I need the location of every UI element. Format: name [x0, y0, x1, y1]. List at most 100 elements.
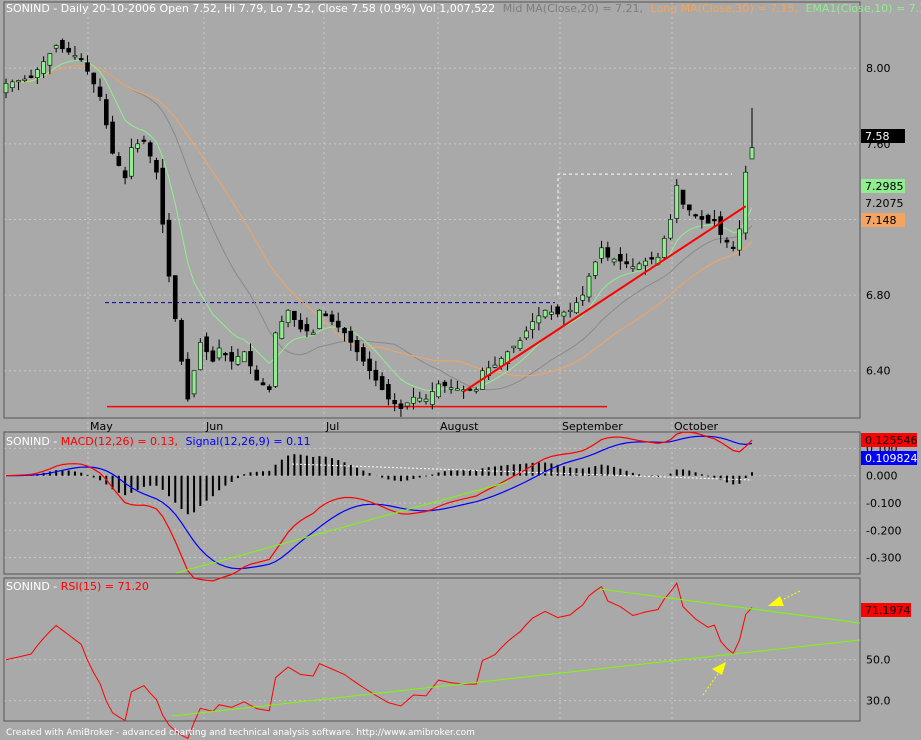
rsi-title: SONIND - RSI(15) = 71.20 — [6, 580, 149, 593]
price-tag-label: 7.2985 — [865, 180, 904, 193]
candle-body — [492, 364, 498, 368]
price-tick-label: 8.00 — [866, 62, 891, 75]
candle-body — [91, 72, 97, 85]
candle-body — [241, 351, 247, 363]
month-label: Jul — [325, 420, 339, 433]
candle-body — [392, 400, 397, 405]
candle-body — [147, 142, 153, 157]
month-label: September — [562, 420, 623, 433]
candle-body — [198, 342, 203, 371]
footer-credit: Created with AmiBroker - advanced charti… — [6, 728, 475, 738]
candle-body — [511, 345, 517, 349]
candle-body — [72, 55, 78, 58]
candle-body — [335, 320, 341, 328]
candle-body — [436, 383, 441, 398]
candle-body — [574, 302, 579, 314]
price-tick-label: 6.80 — [866, 289, 891, 302]
candle-body — [104, 99, 109, 126]
candle-body — [60, 40, 65, 50]
candle-body — [724, 239, 730, 243]
candle-body — [179, 320, 184, 362]
candle-body — [323, 313, 329, 317]
candle-body — [367, 358, 372, 372]
candle-body — [636, 263, 642, 270]
price-tag-label: 7.58 — [865, 130, 890, 143]
candle-body — [448, 387, 454, 390]
month-label: October — [674, 420, 718, 433]
candle-body — [743, 171, 749, 234]
candle-body — [386, 383, 391, 400]
rsi-tag: 71.1974 — [861, 603, 911, 617]
candle-body — [680, 189, 686, 205]
candle-body — [718, 216, 723, 235]
candle-body — [166, 219, 172, 277]
candle-body — [429, 391, 435, 405]
candle-body — [605, 247, 611, 258]
candle-body — [536, 315, 542, 324]
candle-body — [97, 86, 103, 97]
candle-body — [668, 219, 673, 239]
month-label: August — [440, 420, 479, 433]
candle-body — [204, 336, 209, 353]
candle-body — [304, 323, 310, 332]
candle-body — [135, 143, 140, 149]
candle-body — [423, 398, 429, 402]
candle-body — [398, 403, 404, 409]
candle-body — [53, 45, 59, 49]
candle-body — [78, 58, 84, 61]
background — [0, 0, 921, 740]
candle-body — [749, 147, 755, 160]
candle-body — [160, 167, 166, 225]
candle-body — [3, 83, 9, 94]
chart-canvas: SONIND - Daily 20-10-2006 Open 7.52, Hi … — [0, 0, 921, 740]
candle-body — [473, 389, 479, 392]
candle-body — [730, 246, 736, 249]
candle-body — [317, 309, 322, 329]
candle-body — [348, 330, 354, 343]
candle-body — [16, 80, 21, 83]
candle-body — [22, 78, 28, 81]
candle-body — [599, 247, 604, 259]
candle-body — [580, 294, 586, 301]
price-title: SONIND - Daily 20-10-2006 Open 7.52, Hi … — [6, 2, 921, 15]
candle-body — [661, 238, 667, 258]
macd-tag-label: 0.125546 — [865, 434, 918, 447]
candle-body — [279, 321, 285, 339]
candle-body — [216, 347, 222, 359]
candle-body — [116, 156, 122, 166]
candle-body — [292, 310, 297, 320]
candle-body — [298, 319, 303, 330]
candle-body — [273, 332, 278, 387]
candle-body — [699, 216, 705, 220]
price-tag-label: 7.148 — [865, 214, 897, 227]
candle-body — [611, 258, 617, 263]
candle-body — [687, 204, 692, 211]
candle-body — [260, 382, 266, 386]
candle-body — [549, 311, 554, 315]
candle-body — [455, 388, 460, 391]
candle-body — [210, 350, 216, 362]
candle-body — [266, 386, 272, 390]
macd-tick-label: -0.300 — [866, 552, 901, 565]
candle-body — [185, 358, 191, 400]
candle-body — [28, 75, 34, 78]
candle-body — [705, 214, 711, 224]
candle-body — [223, 353, 228, 356]
candle-body — [66, 47, 71, 53]
candle-body — [254, 369, 260, 381]
candle-body — [41, 61, 46, 74]
candle-body — [285, 309, 291, 323]
price-tag-label: 7.2075 — [865, 197, 904, 210]
price-tick-label: 6.40 — [866, 365, 891, 378]
candle-body — [417, 397, 423, 402]
macd-tick-label: -0.100 — [866, 497, 901, 510]
candle-body — [9, 81, 15, 88]
candle-body — [373, 369, 379, 381]
candle-body — [248, 351, 253, 367]
rsi-tick-label: 50.0 — [866, 654, 891, 667]
candle-body — [342, 327, 347, 334]
candle-body — [172, 275, 178, 320]
candle-body — [129, 147, 134, 177]
candle-body — [310, 332, 316, 335]
candle-body — [693, 214, 698, 217]
